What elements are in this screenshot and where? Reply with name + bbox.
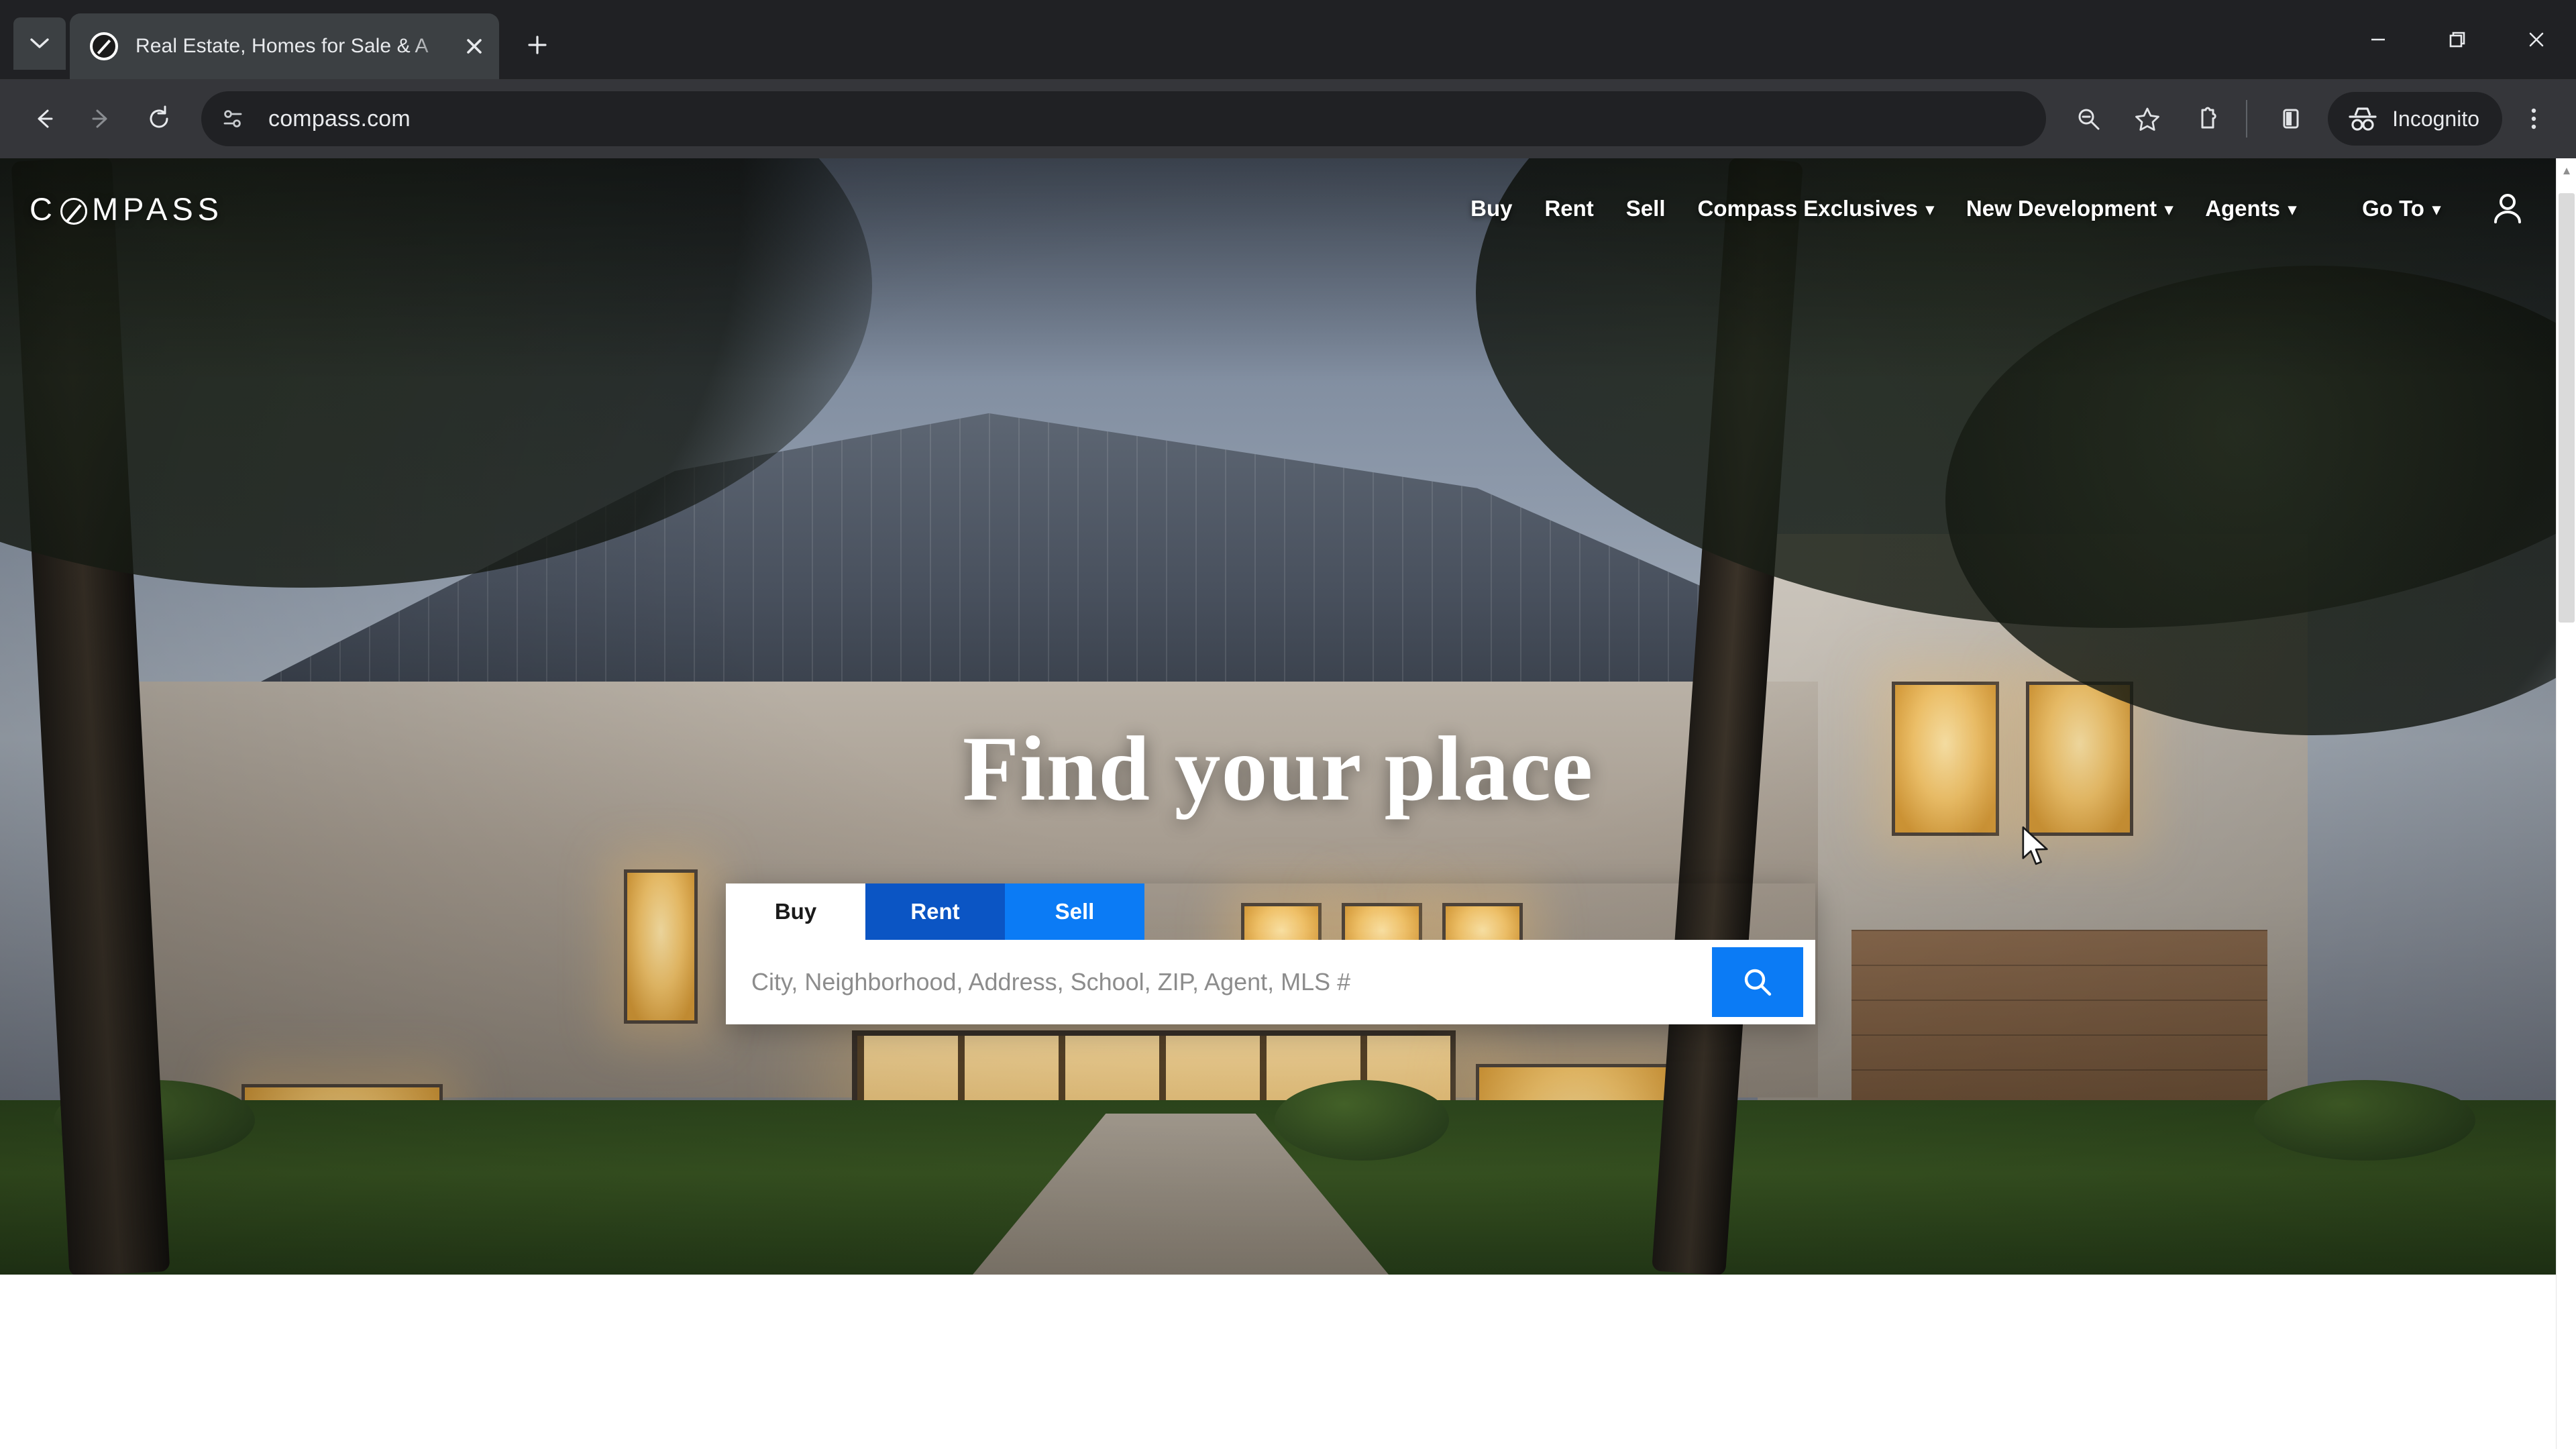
nav-item-new-development[interactable]: New Development ▾ — [1950, 196, 2189, 221]
nav-label: Rent — [1544, 196, 1594, 221]
chevron-down-icon — [30, 38, 49, 48]
tab-label: Sell — [1055, 899, 1095, 924]
tab-rent[interactable]: Rent — [865, 883, 1005, 940]
scroll-up-arrow-icon[interactable]: ▲ — [2557, 158, 2576, 184]
restore-icon — [2449, 32, 2465, 48]
browser-window: Real Estate, Homes for Sale & A compass.… — [0, 0, 2576, 1449]
brand-text-before: C — [30, 191, 57, 227]
window-minimize-button[interactable] — [2339, 0, 2418, 79]
chevron-down-icon: ▾ — [2165, 201, 2174, 219]
window-controls — [2339, 0, 2576, 79]
reload-button[interactable] — [130, 90, 188, 148]
toolbar-divider — [2246, 100, 2248, 138]
browser-tab[interactable]: Real Estate, Homes for Sale & A — [70, 13, 499, 79]
close-icon — [2529, 32, 2544, 47]
tab-buy[interactable]: Buy — [726, 883, 865, 940]
nav-item-go-to[interactable]: Go To ▾ — [2346, 196, 2457, 221]
nav-item-compass-exclusives[interactable]: Compass Exclusives ▾ — [1682, 196, 1950, 221]
hero-headline: Find your place — [962, 717, 1594, 820]
tab-label: Buy — [774, 899, 817, 924]
tune-settings-icon — [223, 110, 242, 127]
zoom-indicator-button[interactable] — [2061, 91, 2116, 146]
bookmark-button[interactable] — [2120, 91, 2175, 146]
three-dot-menu-icon — [2531, 108, 2536, 129]
nav-label: Buy — [1470, 196, 1513, 221]
chevron-down-icon: ▾ — [1925, 201, 1934, 219]
nav-item-sell[interactable]: Sell — [1610, 196, 1682, 221]
tab-search-chevron-icon[interactable] — [13, 17, 66, 70]
forward-button[interactable] — [72, 90, 130, 148]
nav-item-buy[interactable]: Buy — [1454, 196, 1528, 221]
hedge — [2254, 1080, 2475, 1161]
address-bar[interactable] — [201, 91, 2047, 146]
star-icon — [2135, 107, 2160, 131]
site-navigation: C MPASS Buy Rent Sell Compass Exclusives… — [0, 158, 2556, 259]
brand-text-after: MPASS — [91, 191, 224, 227]
nav-links: Buy Rent Sell Compass Exclusives ▾ New D… — [1454, 184, 2556, 233]
chrome-menu-button[interactable] — [2506, 91, 2561, 146]
search-icon — [1744, 969, 1772, 996]
incognito-hat-icon — [2349, 107, 2377, 131]
tab-close-button[interactable] — [455, 27, 494, 66]
page-viewport: C MPASS Buy Rent Sell Compass Exclusives… — [0, 158, 2576, 1449]
back-button[interactable] — [15, 90, 72, 148]
new-tab-button[interactable] — [514, 21, 561, 68]
zoom-out-icon — [2078, 109, 2100, 130]
site-settings-icon[interactable] — [209, 95, 256, 142]
page-scrollbar[interactable]: ▲ — [2556, 158, 2576, 1449]
nav-item-rent[interactable]: Rent — [1528, 196, 1609, 221]
url-input[interactable] — [268, 105, 2039, 132]
search-input-row — [726, 940, 1815, 1024]
window-maximize-button[interactable] — [2418, 0, 2497, 79]
browser-toolbar: Incognito — [0, 79, 2576, 158]
minimize-icon — [2371, 38, 2385, 41]
window-close-button[interactable] — [2497, 0, 2576, 79]
account-button[interactable] — [2483, 184, 2532, 233]
search-submit-button[interactable] — [1712, 947, 1803, 1017]
side-panel-icon — [2283, 109, 2299, 129]
compass-favicon — [90, 32, 118, 60]
extensions-puzzle-icon — [2201, 107, 2216, 129]
search-mode-tabs: Buy Rent Sell — [726, 883, 1815, 940]
incognito-indicator[interactable]: Incognito — [2328, 92, 2502, 146]
scrollbar-thumb[interactable] — [2559, 193, 2575, 623]
hedge — [1275, 1080, 1449, 1161]
arrow-right-icon — [92, 109, 107, 128]
nav-label: Sell — [1625, 196, 1666, 221]
tab-label: Rent — [910, 899, 960, 924]
window-glow — [624, 869, 698, 1024]
compass-logo[interactable]: C MPASS — [30, 191, 223, 227]
search-input[interactable] — [751, 968, 1712, 996]
plus-icon — [528, 36, 547, 54]
tab-strip: Real Estate, Homes for Sale & A — [0, 0, 2576, 79]
chevron-down-icon: ▾ — [2432, 201, 2440, 219]
incognito-label: Incognito — [2392, 106, 2479, 131]
nav-label: Go To — [2362, 196, 2424, 221]
nav-item-agents[interactable]: Agents ▾ — [2189, 196, 2312, 221]
arrow-left-icon — [38, 109, 53, 128]
hero-search-card: Buy Rent Sell — [726, 883, 1815, 1024]
user-account-icon — [2494, 194, 2521, 223]
reload-icon — [150, 105, 168, 128]
tab-sell[interactable]: Sell — [1005, 883, 1144, 940]
side-panel-button[interactable] — [2263, 91, 2318, 146]
exclusives-section: Compass Exclusives — [0, 1275, 2556, 1449]
close-icon — [467, 39, 482, 54]
tab-title: Real Estate, Homes for Sale & A — [136, 35, 429, 57]
nav-label: Agents — [2205, 196, 2281, 221]
extensions-button[interactable] — [2179, 91, 2234, 146]
nav-label: Compass Exclusives — [1697, 196, 1918, 221]
compass-needle-icon — [60, 198, 87, 225]
nav-label: New Development — [1966, 196, 2157, 221]
chevron-down-icon: ▾ — [2288, 201, 2297, 219]
